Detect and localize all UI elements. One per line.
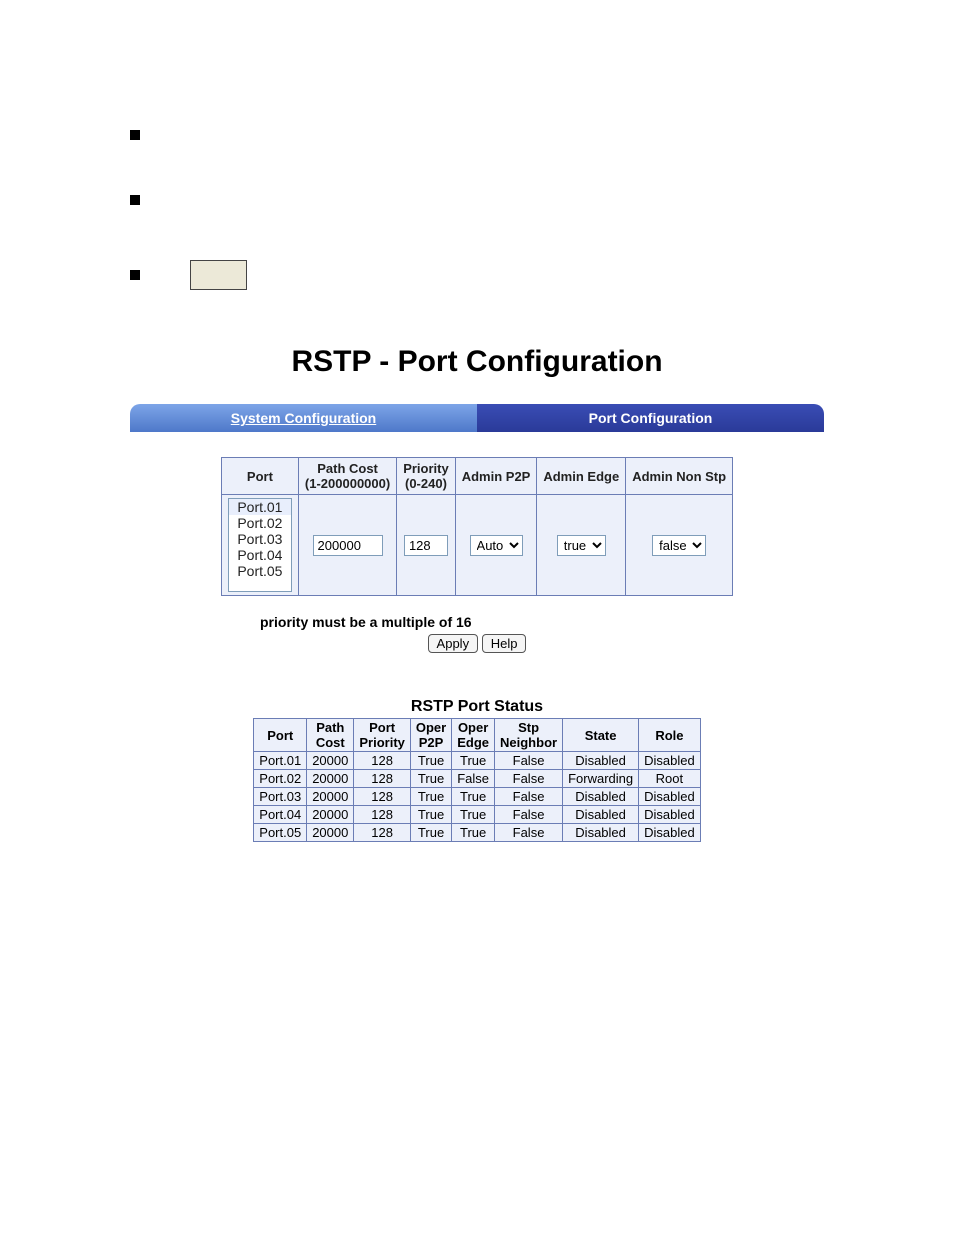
cell-priority: 128 — [354, 824, 411, 842]
cell-port: Port.02 — [254, 770, 307, 788]
port-list-item[interactable]: Port.03 — [229, 531, 291, 547]
priority-note: priority must be a multiple of 16 — [260, 614, 954, 630]
cell-role: Disabled — [639, 824, 701, 842]
cell-oper_edge: True — [452, 824, 495, 842]
tab-system-configuration[interactable]: System Configuration — [130, 404, 477, 432]
status-title: RSTP Port Status — [0, 698, 954, 716]
admin-non-stp-select[interactable]: false — [652, 535, 706, 556]
cell-state: Disabled — [563, 806, 639, 824]
port-list-item[interactable]: Port.04 — [229, 547, 291, 563]
cell-oper_edge: True — [452, 752, 495, 770]
cell-state: Disabled — [563, 824, 639, 842]
admin-p2p-select[interactable]: Auto — [470, 535, 523, 556]
col-state: State — [563, 719, 639, 752]
cell-priority: 128 — [354, 752, 411, 770]
col-priority: Priority (0-240) — [397, 458, 456, 495]
path-cost-input[interactable] — [313, 535, 383, 556]
col-admin-edge: Admin Edge — [537, 458, 626, 495]
bullet-icon — [130, 270, 140, 280]
port-list-item[interactable]: Port.01 — [229, 499, 291, 515]
cell-priority: 128 — [354, 788, 411, 806]
cell-role: Root — [639, 770, 701, 788]
cell-port: Port.03 — [254, 788, 307, 806]
color-swatch — [190, 260, 247, 290]
admin-edge-select[interactable]: true — [557, 535, 606, 556]
cell-stp_neighbor: False — [495, 788, 563, 806]
col-role: Role — [639, 719, 701, 752]
cell-path_cost: 20000 — [307, 806, 354, 824]
port-list-item[interactable]: Port.05 — [229, 563, 291, 579]
cell-oper_p2p: True — [410, 752, 451, 770]
help-button[interactable]: Help — [482, 634, 527, 653]
config-table: Port Path Cost (1-200000000) Priority (0… — [221, 457, 733, 596]
cell-oper_edge: True — [452, 806, 495, 824]
port-list-item[interactable]: Port.02 — [229, 515, 291, 531]
table-row: Port.0120000128TrueTrueFalseDisabledDisa… — [254, 752, 700, 770]
col-admin-non-stp: Admin Non Stp — [626, 458, 733, 495]
port-select-list[interactable]: Port.01Port.02Port.03Port.04Port.05 — [228, 498, 292, 592]
col-port: Port — [221, 458, 298, 495]
cell-stp_neighbor: False — [495, 806, 563, 824]
cell-port: Port.04 — [254, 806, 307, 824]
col-path-cost: PathCost — [307, 719, 354, 752]
col-oper-p2p: OperP2P — [410, 719, 451, 752]
cell-priority: 128 — [354, 806, 411, 824]
cell-path_cost: 20000 — [307, 752, 354, 770]
col-port-priority: PortPriority — [354, 719, 411, 752]
status-table: Port PathCost PortPriority OperP2P OperE… — [253, 718, 700, 842]
cell-oper_p2p: True — [410, 770, 451, 788]
cell-stp_neighbor: False — [495, 770, 563, 788]
cell-role: Disabled — [639, 806, 701, 824]
cell-oper_edge: False — [452, 770, 495, 788]
col-oper-edge: OperEdge — [452, 719, 495, 752]
page-title: RSTP - Port Configuration — [0, 345, 954, 379]
cell-state: Disabled — [563, 752, 639, 770]
col-path-cost: Path Cost (1-200000000) — [298, 458, 396, 495]
table-row: Port.0320000128TrueTrueFalseDisabledDisa… — [254, 788, 700, 806]
table-row: Port.0520000128TrueTrueFalseDisabledDisa… — [254, 824, 700, 842]
bullet-icon — [130, 130, 140, 140]
col-port: Port — [254, 719, 307, 752]
cell-state: Disabled — [563, 788, 639, 806]
cell-stp_neighbor: False — [495, 824, 563, 842]
cell-role: Disabled — [639, 752, 701, 770]
table-row: Port.0220000128TrueFalseFalseForwardingR… — [254, 770, 700, 788]
cell-oper_p2p: True — [410, 788, 451, 806]
cell-priority: 128 — [354, 770, 411, 788]
apply-button[interactable]: Apply — [428, 634, 479, 653]
cell-port: Port.05 — [254, 824, 307, 842]
cell-oper_edge: True — [452, 788, 495, 806]
cell-oper_p2p: True — [410, 806, 451, 824]
tab-bar: System Configuration Port Configuration — [130, 404, 824, 432]
cell-path_cost: 20000 — [307, 770, 354, 788]
cell-port: Port.01 — [254, 752, 307, 770]
tab-port-configuration[interactable]: Port Configuration — [477, 404, 824, 432]
cell-path_cost: 20000 — [307, 788, 354, 806]
table-row: Port.0420000128TrueTrueFalseDisabledDisa… — [254, 806, 700, 824]
cell-path_cost: 20000 — [307, 824, 354, 842]
cell-oper_p2p: True — [410, 824, 451, 842]
bullet-icon — [130, 195, 140, 205]
priority-input[interactable] — [404, 535, 448, 556]
col-admin-p2p: Admin P2P — [455, 458, 537, 495]
cell-state: Forwarding — [563, 770, 639, 788]
col-stp-neighbor: StpNeighbor — [495, 719, 563, 752]
cell-stp_neighbor: False — [495, 752, 563, 770]
cell-role: Disabled — [639, 788, 701, 806]
